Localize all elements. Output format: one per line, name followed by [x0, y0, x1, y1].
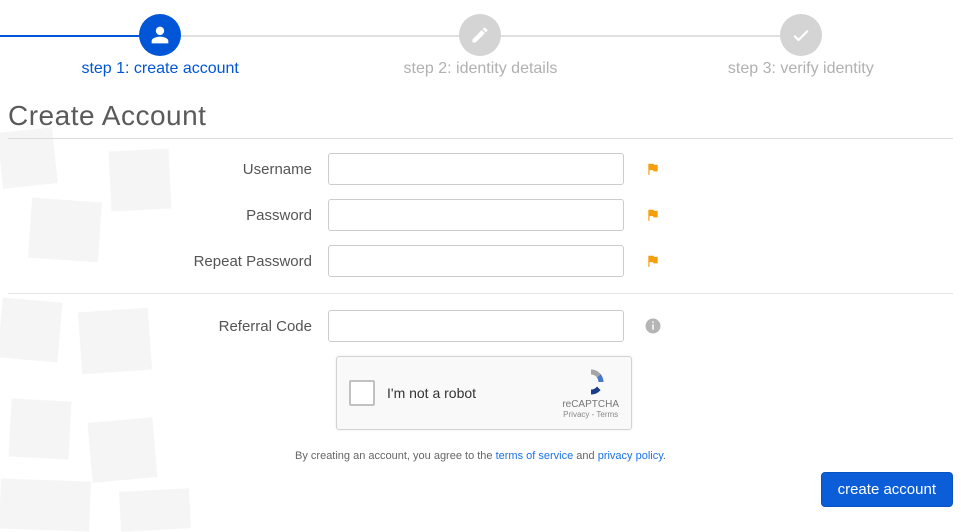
username-input[interactable]: [328, 153, 624, 185]
recaptcha-checkbox[interactable]: [349, 380, 375, 406]
password-label: Password: [8, 207, 328, 224]
section-divider: [8, 293, 953, 294]
flag-icon: [644, 208, 662, 222]
consent-suffix: .: [663, 450, 666, 462]
consent-mid: and: [573, 450, 597, 462]
user-icon: [139, 14, 181, 56]
username-label: Username: [8, 161, 328, 178]
create-account-button[interactable]: create account: [821, 472, 953, 507]
stepper: step 1: create account step 2: identity …: [0, 0, 961, 80]
create-account-form: Username Password Repeat Password: [0, 153, 961, 277]
check-icon: [780, 14, 822, 56]
password-input[interactable]: [328, 199, 624, 231]
recaptcha-text: I'm not a robot: [387, 385, 562, 401]
flag-icon: [644, 162, 662, 176]
pencil-icon: [459, 14, 501, 56]
consent-text: By creating an account, you agree to the…: [0, 450, 961, 462]
step-3: step 3: verify identity: [641, 0, 961, 80]
privacy-policy-link[interactable]: privacy policy: [598, 450, 663, 462]
recaptcha-widget: I'm not a robot reCAPTCHA Privacy - Term…: [336, 356, 632, 430]
recaptcha-badge: reCAPTCHA Privacy - Terms: [562, 367, 619, 419]
step-2-label: step 2: identity details: [320, 60, 640, 78]
recaptcha-logo-icon: [576, 367, 606, 397]
terms-of-service-link[interactable]: terms of service: [496, 450, 574, 462]
recaptcha-brand: reCAPTCHA: [562, 399, 619, 410]
repeat-password-label: Repeat Password: [8, 253, 328, 270]
step-2: step 2: identity details: [320, 0, 640, 80]
flag-icon: [644, 254, 662, 268]
step-1: step 1: create account: [0, 0, 320, 80]
page-title: Create Account: [8, 100, 961, 132]
consent-prefix: By creating an account, you agree to the: [295, 450, 496, 462]
title-divider: [8, 138, 953, 139]
info-icon: [644, 317, 662, 335]
step-3-label: step 3: verify identity: [641, 60, 961, 78]
repeat-password-input[interactable]: [328, 245, 624, 277]
referral-code-label: Referral Code: [8, 318, 328, 335]
step-1-label: step 1: create account: [0, 60, 320, 78]
recaptcha-links: Privacy - Terms: [563, 410, 618, 419]
referral-code-input[interactable]: [328, 310, 624, 342]
